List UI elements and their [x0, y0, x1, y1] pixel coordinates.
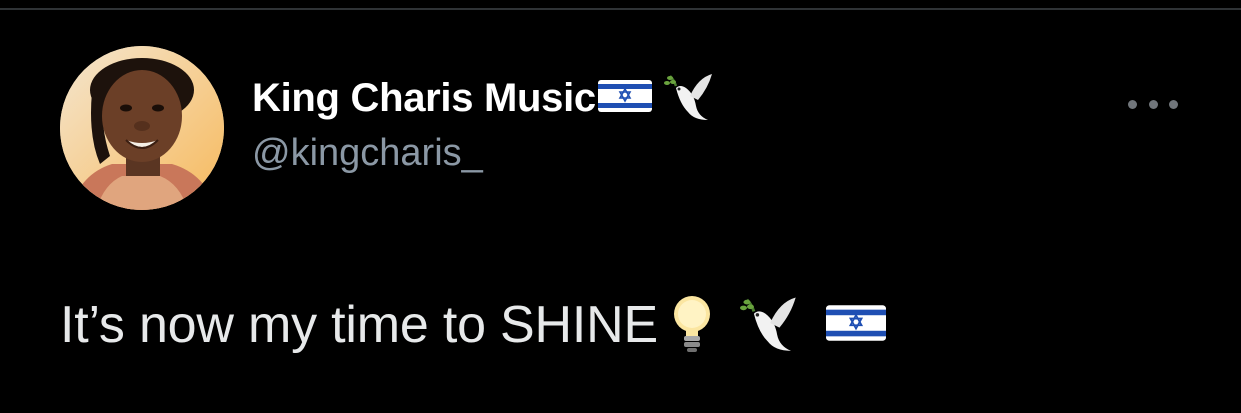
handle[interactable]: @kingcharis_: [252, 132, 714, 175]
light-bulb-icon: [670, 292, 714, 359]
more-options-button[interactable]: [1128, 92, 1178, 116]
israel-flag-icon: [597, 78, 652, 119]
israel-flag-icon: [824, 303, 888, 348]
tweet-emojis: [670, 291, 888, 360]
tweet-text-content: It’s now my time to SHINE: [60, 296, 658, 354]
display-name[interactable]: King Charis Music: [252, 76, 596, 121]
display-name-row: King Charis Music: [252, 72, 714, 124]
dove-icon: [663, 70, 714, 127]
tweet-text: It’s now my time to SHINE: [60, 285, 888, 365]
tweet-author[interactable]: King Charis Music @kingcharis_: [252, 72, 714, 175]
dove-icon: [739, 291, 798, 360]
avatar[interactable]: [60, 46, 224, 210]
more-dot-icon: [1128, 99, 1137, 109]
display-name-emojis: [597, 70, 714, 127]
more-dot-icon: [1169, 99, 1178, 109]
more-dot-icon: [1148, 99, 1158, 109]
tweet[interactable]: King Charis Music @kingcharis_ It’s now …: [0, 10, 1241, 413]
